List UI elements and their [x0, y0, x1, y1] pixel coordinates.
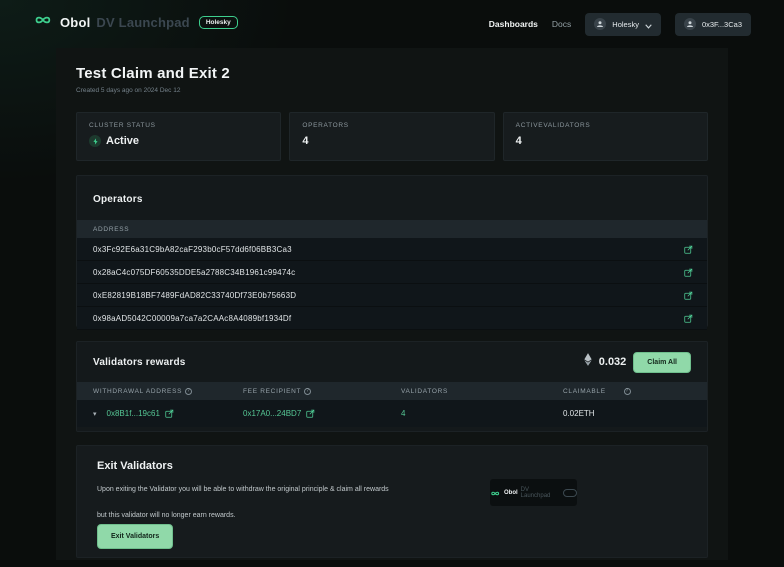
- app-window: Obol DV Launchpad Holesky Dashboards Doc…: [0, 0, 784, 567]
- active-validators-label: ACTIVEVALIDATORS: [516, 122, 695, 129]
- page-subtitle: Created 5 days ago on 2024 Dec 12: [76, 87, 180, 94]
- brand-obol-text: Obol: [60, 15, 90, 30]
- rewards-section-title: Validators rewards: [93, 357, 186, 368]
- stats-row: CLUSTER STATUS Active OPERATORS 4 ACTIVE…: [76, 112, 708, 161]
- operator-address: 0xE82819B18BF7489FdAD82C33740Df73E0b7566…: [93, 291, 296, 300]
- withdrawal-address-value[interactable]: 0x8B1f...19c61: [107, 409, 160, 418]
- eth-diamond-icon: [584, 353, 592, 371]
- exit-section-title: Exit Validators: [97, 460, 173, 472]
- cluster-status-card: CLUSTER STATUS Active: [76, 112, 281, 161]
- claim-all-button[interactable]: Claim All: [633, 352, 691, 373]
- top-navbar: Obol DV Launchpad Holesky Dashboards Doc…: [0, 0, 784, 48]
- rewards-table-row: ▾ 0x8B1f...19c61 0x17A0...24BD7 4 0.02ET…: [77, 400, 707, 427]
- network-avatar-icon: [594, 18, 606, 30]
- help-icon[interactable]: ?: [624, 388, 631, 395]
- operator-address: 0x98aAD5042C00009a7ca7a2CAAc8A4089bf1934…: [93, 314, 291, 323]
- brand-logo[interactable]: Obol DV Launchpad Holesky: [33, 13, 238, 31]
- exit-description-line1: Upon exiting the Validator you will be a…: [97, 486, 389, 493]
- total-rewards-value: 0.032: [599, 356, 627, 368]
- external-link-icon[interactable]: [165, 409, 174, 418]
- withdrawal-address-column-header: WITHDRAWAL ADDRESS: [93, 388, 182, 395]
- operator-row: 0x98aAD5042C00009a7ca7a2CAAc8A4089bf1934…: [77, 307, 707, 330]
- nav-dashboards-link[interactable]: Dashboards: [489, 19, 538, 29]
- page-title: Test Claim and Exit 2: [76, 65, 230, 82]
- row-claimable-amount: 0.02ETH: [563, 409, 691, 418]
- obol-launchpad-mini-logo: Obol DV Launchpad: [490, 479, 577, 506]
- wallet-account-button[interactable]: 0x3F...3Ca3: [675, 13, 751, 36]
- external-link-icon[interactable]: [684, 291, 693, 300]
- nav-docs-link[interactable]: Docs: [552, 19, 571, 29]
- obol-infinity-icon: [33, 13, 54, 31]
- obol-infinity-icon: [490, 484, 501, 502]
- network-selector-label: Holesky: [612, 20, 639, 29]
- wallet-avatar-icon: [684, 18, 696, 30]
- external-link-icon[interactable]: [306, 409, 315, 418]
- validators-column-header: VALIDATORS: [401, 388, 448, 395]
- cluster-status-value: Active: [106, 135, 139, 147]
- operators-count-label: OPERATORS: [302, 122, 481, 129]
- active-validators-card: ACTIVEVALIDATORS 4: [503, 112, 708, 161]
- expand-row-chevron-icon[interactable]: ▾: [93, 410, 97, 418]
- external-link-icon[interactable]: [684, 245, 693, 254]
- active-status-icon: [89, 135, 101, 147]
- operators-count-value: 4: [302, 135, 308, 147]
- fee-recipient-value[interactable]: 0x17A0...24BD7: [243, 409, 301, 418]
- cluster-status-label: CLUSTER STATUS: [89, 122, 268, 129]
- external-link-icon[interactable]: [684, 314, 693, 323]
- help-icon[interactable]: ?: [304, 388, 311, 395]
- operator-row: 0x28aC4c075DF60535DDE5a2788C34B1961c9947…: [77, 261, 707, 284]
- operators-table-header: ADDRESS: [77, 220, 707, 238]
- operators-section: Operators ADDRESS 0x3Fc92E6a31C9bA82caF2…: [76, 175, 708, 327]
- mini-logo-obol-text: Obol: [504, 490, 518, 496]
- operator-row: 0x3Fc92E6a31C9bA82caF293b0cF57dd6f06BB3C…: [77, 238, 707, 261]
- rewards-table-header: WITHDRAWAL ADDRESS ? FEE RECIPIENT ? VAL…: [77, 382, 707, 400]
- operators-section-title: Operators: [93, 194, 143, 205]
- operators-count-card: OPERATORS 4: [289, 112, 494, 161]
- claimable-column-header: CLAIMABLE: [563, 388, 606, 395]
- operator-address: 0x28aC4c075DF60535DDE5a2788C34B1961c9947…: [93, 268, 295, 277]
- address-column-header: ADDRESS: [93, 226, 129, 233]
- holesky-network-badge: Holesky: [199, 16, 238, 29]
- network-selector-button[interactable]: Holesky: [585, 13, 661, 36]
- active-validators-value: 4: [516, 135, 522, 147]
- top-nav-links: Dashboards Docs Holesky 0x3F...3Ca3: [489, 0, 751, 48]
- mini-holesky-badge: [563, 489, 577, 497]
- row-validators-count: 4: [401, 409, 405, 418]
- fee-recipient-column-header: FEE RECIPIENT: [243, 388, 301, 395]
- external-link-icon[interactable]: [684, 268, 693, 277]
- brand-dv-launchpad-text: DV Launchpad: [96, 15, 189, 30]
- wallet-address-label: 0x3F...3Ca3: [702, 20, 742, 29]
- help-icon[interactable]: ?: [185, 388, 192, 395]
- exit-validators-section: Exit Validators Upon exiting the Validat…: [76, 445, 708, 558]
- operator-address: 0x3Fc92E6a31C9bA82caF293b0cF57dd6f06BB3C…: [93, 245, 292, 254]
- exit-description-line2: but this validator will no longer earn r…: [97, 512, 236, 519]
- operator-row: 0xE82819B18BF7489FdAD82C33740Df73E0b7566…: [77, 284, 707, 307]
- main-content: Test Claim and Exit 2 Created 5 days ago…: [56, 48, 728, 560]
- exit-validators-button[interactable]: Exit Validators: [97, 524, 173, 549]
- validators-rewards-section: Validators rewards 0.032 Claim All WITHD…: [76, 341, 708, 432]
- mini-logo-dv-text: DV Launchpad: [521, 487, 560, 499]
- chevron-down-icon: [645, 17, 652, 32]
